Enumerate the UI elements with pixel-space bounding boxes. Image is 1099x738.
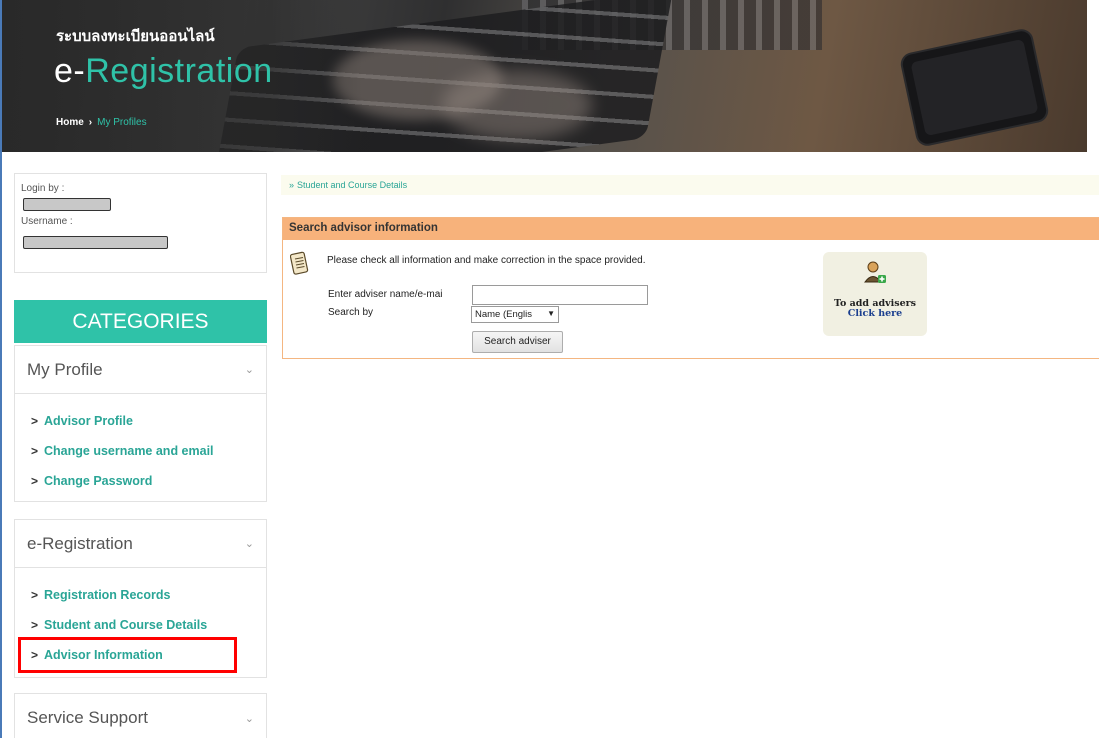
sidebar-item-student-course-details[interactable]: > Student and Course Details xyxy=(15,610,266,640)
search-panel-title: Search advisor information xyxy=(283,218,1099,240)
breadcrumb-home[interactable]: Home xyxy=(56,117,84,128)
panel-header-my-profile[interactable]: My Profile ⌄ xyxy=(15,346,266,394)
panel-title: My Profile xyxy=(27,359,103,379)
search-by-select[interactable]: Name (Englis ▼ xyxy=(471,306,559,323)
username-label: Username : xyxy=(21,216,73,227)
sidebar-item-change-password[interactable]: > Change Password xyxy=(15,466,266,496)
breadcrumb-current[interactable]: My Profiles xyxy=(97,117,146,128)
sidebar-item-change-username[interactable]: > Change username and email xyxy=(15,436,266,466)
breadcrumb: Home › My Profiles xyxy=(56,117,147,128)
login-by-label: Login by : xyxy=(21,183,65,194)
chevron-right-icon: > xyxy=(31,618,39,632)
sidebar-item-registration-records[interactable]: > Registration Records xyxy=(15,580,266,610)
search-by-value: Name (Englis xyxy=(475,309,533,320)
panel-header-service-support[interactable]: Service Support ⌄ xyxy=(15,694,266,738)
breadcrumb-separator: › xyxy=(88,117,93,128)
chevron-down-icon[interactable]: ⌄ xyxy=(245,712,254,725)
chevron-right-icon: > xyxy=(31,474,39,488)
redacted-username xyxy=(23,236,168,249)
panel-title: e-Registration xyxy=(27,533,133,553)
panel-service-support: Service Support ⌄ xyxy=(14,693,267,738)
sidebar-item-advisor-profile[interactable]: > Advisor Profile xyxy=(15,406,266,436)
content-breadcrumb: » Student and Course Details xyxy=(281,175,1099,195)
header-banner: ระบบลงทะเบียนออนไลน์ e-Registration Home… xyxy=(2,0,1087,152)
chevron-right-icon: > xyxy=(31,444,39,458)
search-advisor-panel: Search advisor information Please check … xyxy=(282,217,1099,359)
chevron-right-icon: > xyxy=(31,588,39,602)
banner-hand xyxy=(442,70,592,140)
redacted-login-name xyxy=(23,198,111,211)
search-by-label: Search by xyxy=(328,307,374,318)
site-title: e-Registration xyxy=(54,52,273,90)
banner-phone xyxy=(898,27,1051,148)
page: ระบบลงทะเบียนออนไลน์ e-Registration Home… xyxy=(0,0,1099,738)
chevron-right-icon: > xyxy=(31,648,39,662)
panel-title: Service Support xyxy=(27,708,148,727)
site-title-thai: ระบบลงทะเบียนออนไลน์ xyxy=(56,28,215,45)
search-instruction: Please check all information and make co… xyxy=(327,255,646,266)
adviser-name-label: Enter adviser name/e-mai xyxy=(328,289,443,300)
categories-header: CATEGORIES xyxy=(14,300,267,343)
add-advisers-link[interactable]: Click here xyxy=(823,308,927,319)
login-info-box: Login by : Username : xyxy=(14,173,267,273)
chevron-down-icon[interactable]: ⌄ xyxy=(245,537,254,550)
chevron-right-icon: > xyxy=(31,414,39,428)
content-breadcrumb-link[interactable]: Student and Course Details xyxy=(297,180,407,190)
add-user-icon xyxy=(864,261,886,283)
sidebar-item-advisor-information[interactable]: > Advisor Information xyxy=(18,637,237,673)
add-advisers-card[interactable]: To add advisers Click here xyxy=(823,252,927,336)
panel-header-e-registration[interactable]: e-Registration ⌄ xyxy=(15,520,266,568)
dropdown-caret-icon: ▼ xyxy=(547,309,555,318)
panel-e-registration: e-Registration ⌄ > Registration Records >… xyxy=(14,519,267,678)
search-adviser-button[interactable]: Search adviser xyxy=(472,331,563,353)
panel-my-profile: My Profile ⌄ > Advisor Profile > Change us… xyxy=(14,345,267,502)
adviser-name-input[interactable] xyxy=(472,285,648,305)
double-chevron-icon: » xyxy=(289,180,295,190)
chevron-down-icon[interactable]: ⌄ xyxy=(245,363,254,376)
note-icon xyxy=(290,251,309,275)
